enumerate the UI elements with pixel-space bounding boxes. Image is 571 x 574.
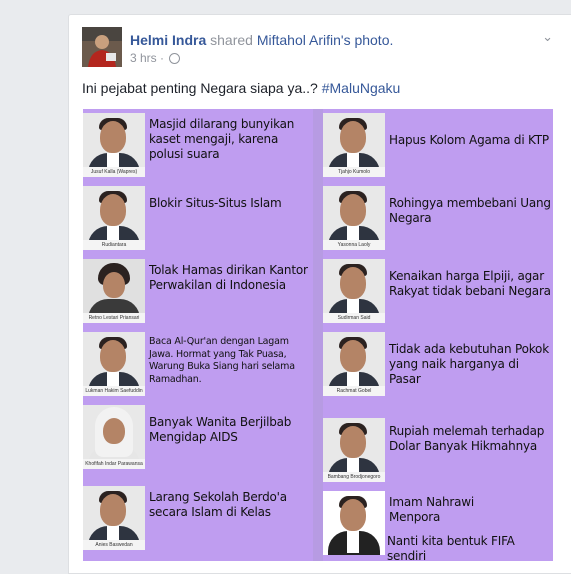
official-photo: Retno Lestari Priansari Marsudi xyxy=(83,259,145,323)
globe-icon[interactable] xyxy=(169,53,181,64)
list-item: Retno Lestari Priansari Marsudi Tolak Ha… xyxy=(83,255,313,328)
statement-text: Rupiah melemah terhadap Dolar Banyak Hik… xyxy=(389,424,545,453)
shared-photo[interactable]: Jusuf Kalla (Wapres) Masjid dilarang bun… xyxy=(83,109,553,561)
statement-text: Kenaikan harga Elpiji, agar Rakyat tidak… xyxy=(389,269,551,298)
shared-verb: shared xyxy=(206,32,257,48)
official-photo: Sudirman Said xyxy=(323,259,385,323)
photo-caption: Rudiantara xyxy=(83,240,145,250)
list-item: Anies Baswedan Larang Sekolah Berdo'a se… xyxy=(83,482,313,555)
meta-separator: · xyxy=(156,51,168,65)
official-photo: Lukman Hakim Saefuddin xyxy=(83,332,145,396)
statement-text: Banyak Wanita Berjilbab Mengidap AIDS xyxy=(149,415,292,444)
list-item: Rudiantara Blokir Situs-Situs Islam xyxy=(83,182,313,255)
post-caption: Ini pejabat penting Negara siapa ya..? #… xyxy=(82,80,400,96)
post-timestamp[interactable]: 3 hrs xyxy=(130,51,157,65)
post-meta: 3 hrs · xyxy=(130,51,181,65)
photo-link[interactable]: 's photo. xyxy=(341,32,394,48)
official-photo: Rudiantara xyxy=(83,186,145,250)
official-photo xyxy=(323,491,385,555)
right-column: Tjahjo Kumolo Hapus Kolom Agama di KTP Y… xyxy=(323,109,553,561)
photo-caption: Retno Lestari Priansari Marsudi xyxy=(83,313,145,323)
official-photo: Anies Baswedan xyxy=(83,486,145,550)
chevron-down-icon[interactable]: ⌄ xyxy=(542,29,553,45)
feed-post-card: Helmi Indra shared Miftahol Arifin's pho… xyxy=(68,14,571,574)
official-photo: Khofifah Indar Parawansa xyxy=(83,405,145,469)
photo-caption: Sudirman Said xyxy=(323,313,385,323)
photo-caption: Tjahjo Kumolo xyxy=(323,167,385,177)
photo-caption: Lukman Hakim Saefuddin xyxy=(83,386,145,396)
original-author-link[interactable]: Miftahol Arifin xyxy=(257,32,341,48)
statement-text: Blokir Situs-Situs Islam xyxy=(149,196,282,210)
list-item: Khofifah Indar Parawansa Banyak Wanita B… xyxy=(83,401,313,474)
statement-text: Rohingya membebani Uang Negara xyxy=(389,196,551,225)
list-item: Rachmat Gobel Tidak ada kebutuhan Pokok … xyxy=(323,328,553,401)
list-item: Bambang Brodjonegoro Rupiah melemah terh… xyxy=(323,414,553,487)
photo-caption: Yasonna Laoly xyxy=(323,240,385,250)
hashtag-link[interactable]: #MaluNgaku xyxy=(322,80,401,96)
photo-caption: Bambang Brodjonegoro xyxy=(323,472,385,482)
author-name-link[interactable]: Helmi Indra xyxy=(130,32,206,48)
list-item: Jusuf Kalla (Wapres) Masjid dilarang bun… xyxy=(83,109,313,182)
list-item: Sudirman Said Kenaikan harga Elpiji, aga… xyxy=(323,255,553,328)
official-photo: Tjahjo Kumolo xyxy=(323,113,385,177)
photo-caption: Anies Baswedan xyxy=(83,540,145,550)
official-photo: Rachmat Gobel xyxy=(323,332,385,396)
statement-text: Baca Al-Qur'an dengan Lagam Jawa. Hormat… xyxy=(149,336,295,385)
list-item: Imam Nahrawi Menpora Nanti kita bentuk F… xyxy=(323,487,553,561)
official-photo: Yasonna Laoly xyxy=(323,186,385,250)
official-photo: Bambang Brodjonegoro xyxy=(323,418,385,482)
list-item: Tjahjo Kumolo Hapus Kolom Agama di KTP xyxy=(323,109,553,182)
statement-text: Masjid dilarang bunyikan kaset mengaji, … xyxy=(149,117,295,161)
official-photo: Jusuf Kalla (Wapres) xyxy=(83,113,145,177)
left-column: Jusuf Kalla (Wapres) Masjid dilarang bun… xyxy=(83,109,313,561)
photo-caption: Jusuf Kalla (Wapres) xyxy=(83,167,145,177)
photo-caption: Khofifah Indar Parawansa xyxy=(83,459,145,469)
list-item: Yasonna Laoly Rohingya membebani Uang Ne… xyxy=(323,182,553,255)
statement-text: Hapus Kolom Agama di KTP xyxy=(389,133,549,147)
statement-text: Tolak Hamas dirikan Kantor Perwakilan di… xyxy=(149,263,308,292)
statement-text: Larang Sekolah Berdo'a secara Islam di K… xyxy=(149,490,287,519)
author-avatar[interactable] xyxy=(82,27,122,67)
list-item: Lukman Hakim Saefuddin Baca Al-Qur'an de… xyxy=(83,328,313,401)
statement-text: Tidak ada kebutuhan Pokok yang naik harg… xyxy=(389,342,549,386)
post-header: Helmi Indra shared Miftahol Arifin's pho… xyxy=(130,31,393,49)
photo-caption: Rachmat Gobel xyxy=(323,386,385,396)
statement-text-secondary: Nanti kita bentuk FIFA sendiri xyxy=(387,534,515,561)
caption-text: Ini pejabat penting Negara siapa ya..? xyxy=(82,80,322,96)
statement-text: Imam Nahrawi Menpora xyxy=(389,495,475,524)
